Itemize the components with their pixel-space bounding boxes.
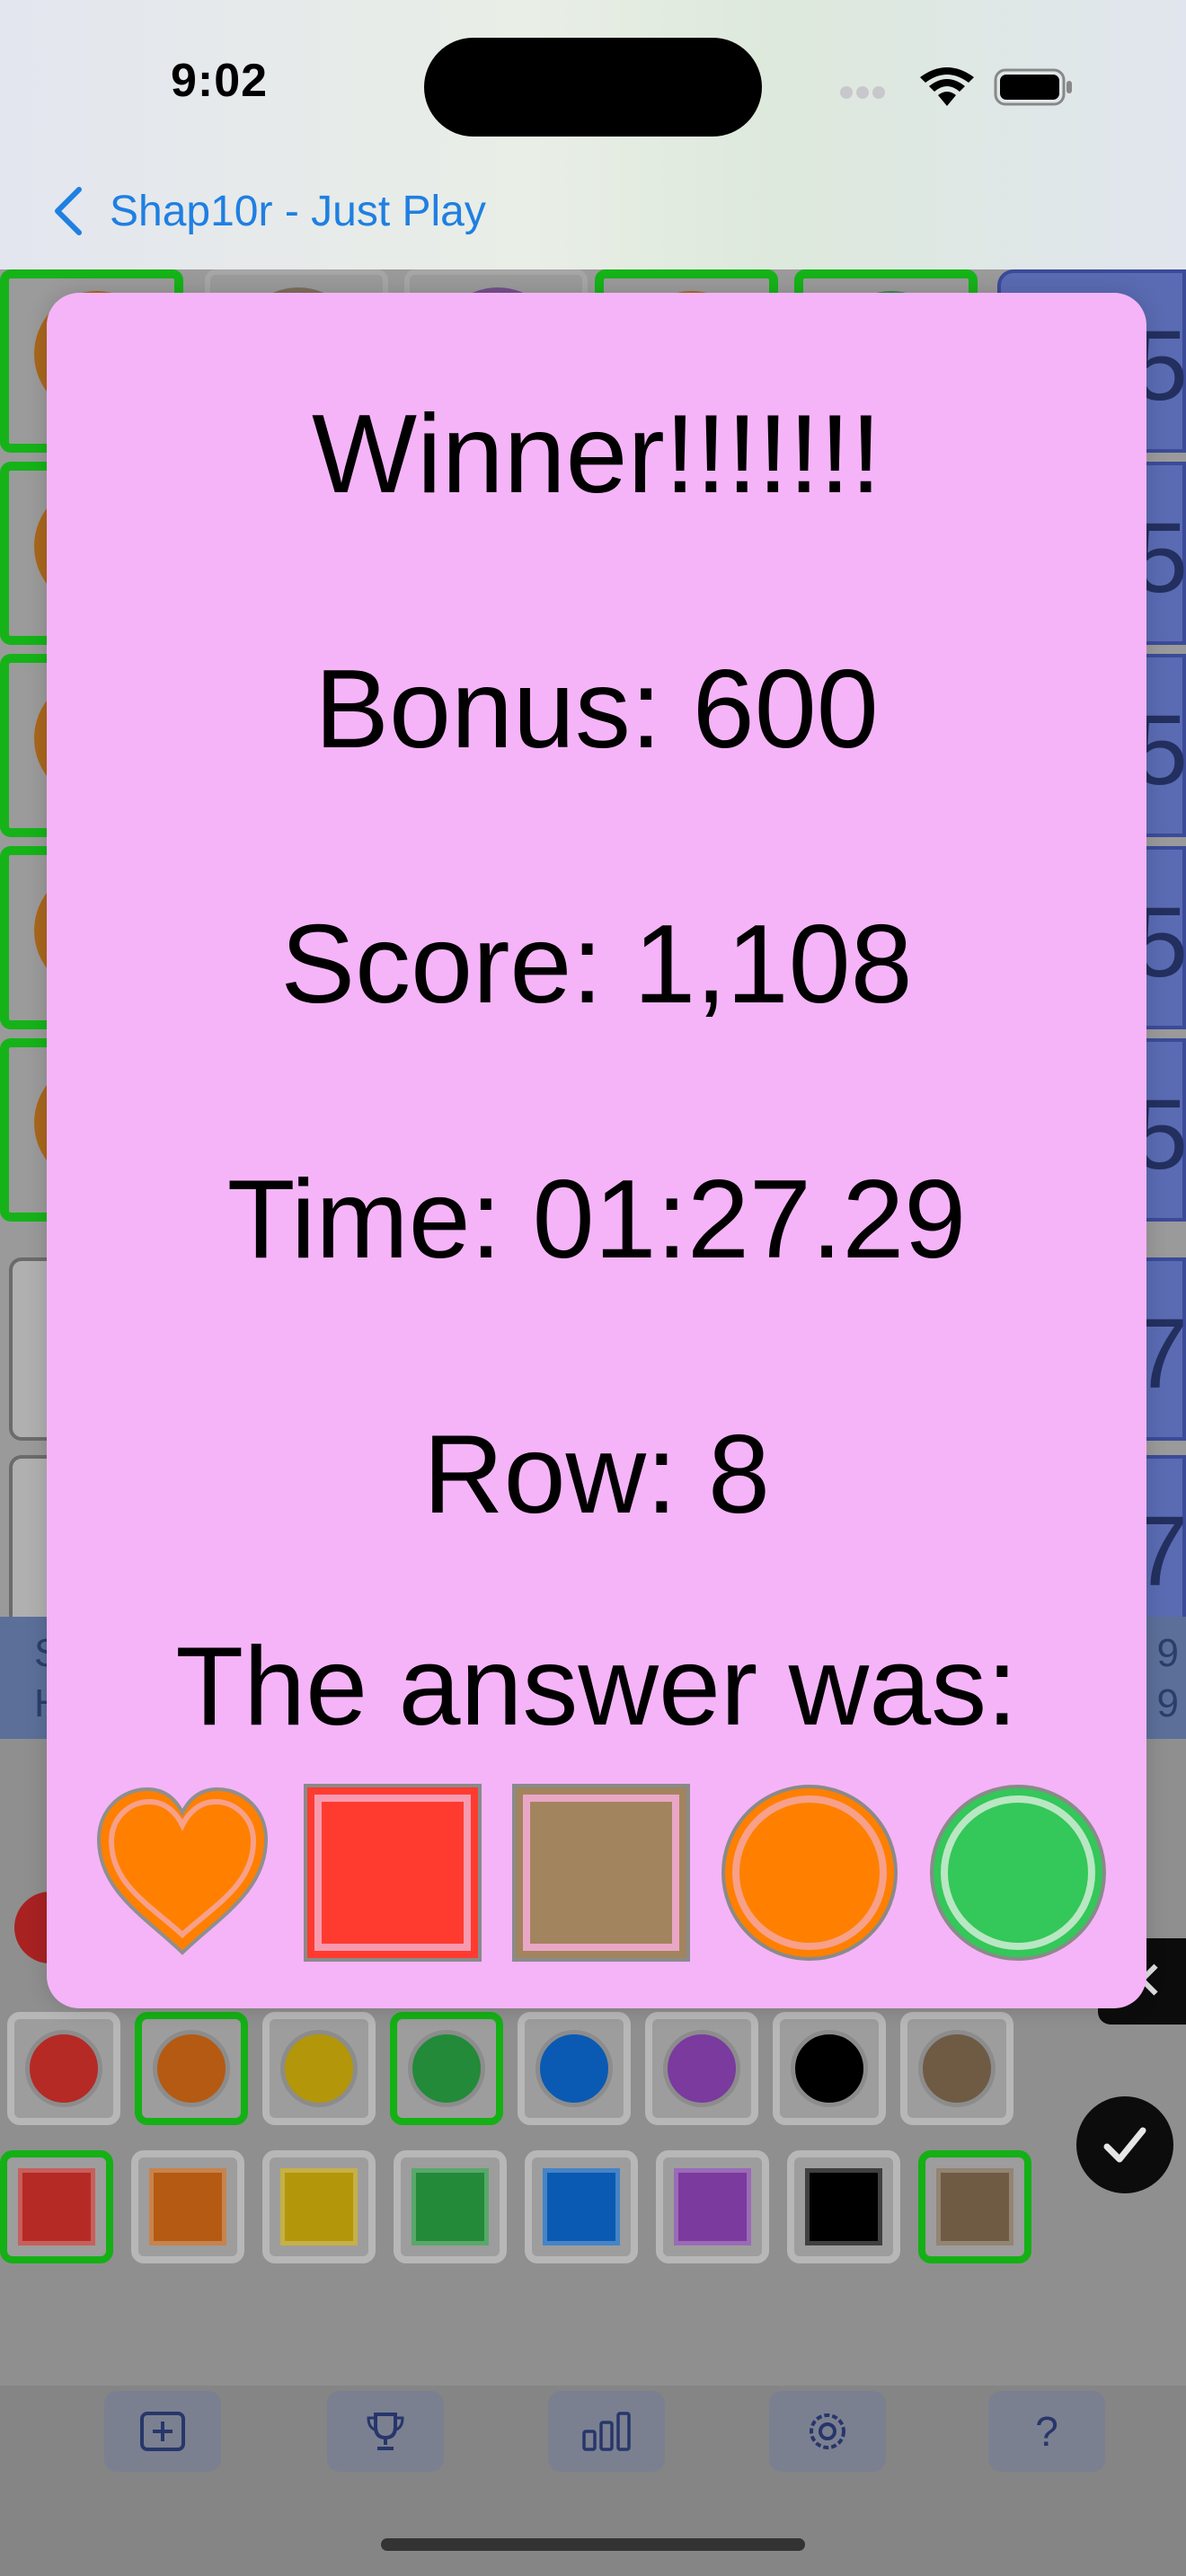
dynamic-island — [424, 38, 762, 137]
submit-button[interactable] — [1076, 2096, 1173, 2193]
square-icon — [149, 2168, 226, 2245]
circle-icon — [663, 2030, 740, 2107]
square-icon — [805, 2168, 882, 2245]
square-icon — [512, 1784, 690, 1962]
status-time: 9:02 — [171, 55, 269, 107]
circle-picker-purple[interactable] — [645, 2012, 758, 2125]
row-text: Row: 8 — [423, 1413, 770, 1537]
square-picker-purple[interactable] — [656, 2150, 769, 2263]
circle-picker-yellow[interactable] — [262, 2012, 376, 2125]
winner-modal: Winner!!!!!!! Bonus: 600 Score: 1,108 Ti… — [47, 293, 1146, 2008]
gear-icon — [810, 2413, 845, 2449]
square-picker-black[interactable] — [787, 2150, 900, 2263]
circle-picker-black[interactable] — [773, 2012, 886, 2125]
circle-icon — [930, 1785, 1106, 1961]
help-button[interactable]: ? — [988, 2391, 1105, 2472]
answer-row — [93, 1784, 1145, 1972]
circle-icon — [280, 2030, 358, 2107]
new-game-button[interactable] — [104, 2391, 221, 2472]
answer-heading: The answer was: — [175, 1625, 1018, 1749]
square-picker-blue[interactable] — [525, 2150, 638, 2263]
square-icon — [412, 2168, 489, 2245]
settings-button[interactable] — [769, 2391, 886, 2472]
square-icon — [674, 2168, 751, 2245]
leaderboard-button[interactable] — [327, 2391, 444, 2472]
circle-picker-blue[interactable] — [518, 2012, 631, 2125]
circle-picker-red[interactable] — [7, 2012, 120, 2125]
wifi-icon — [920, 67, 974, 106]
heart-icon — [96, 1786, 269, 1955]
square-icon — [18, 2168, 95, 2245]
circle-icon — [721, 1785, 898, 1961]
circle-picker-brown[interactable] — [900, 2012, 1013, 2125]
circle-picker-orange[interactable] — [135, 2012, 248, 2125]
question-icon: ? — [1035, 2408, 1058, 2455]
checkmark-icon — [1103, 2127, 1146, 2163]
circle-picker-row — [0, 2012, 1186, 2132]
modal-title: Winner!!!!!!! — [312, 393, 881, 516]
circle-icon — [153, 2030, 230, 2107]
square-picker-brown[interactable] — [918, 2150, 1031, 2263]
score-text: Score: 1,108 — [280, 903, 913, 1027]
signal-dots-icon — [840, 86, 903, 99]
square-icon — [304, 1784, 482, 1962]
time-text: Time: 01:27.29 — [226, 1158, 967, 1282]
stats-value: 9 — [1156, 1681, 1179, 1725]
square-icon — [280, 2168, 358, 2245]
home-indicator — [381, 2538, 805, 2551]
circle-icon — [791, 2030, 868, 2107]
circle-picker-green[interactable] — [390, 2012, 503, 2125]
trophy-icon — [367, 2413, 404, 2450]
plus-square-icon — [140, 2412, 185, 2451]
circle-icon — [25, 2030, 102, 2107]
stats-button[interactable] — [548, 2391, 665, 2472]
circle-icon — [918, 2030, 996, 2107]
back-button-label: Shap10r - Just Play — [110, 187, 486, 235]
square-picker-yellow[interactable] — [262, 2150, 376, 2263]
stats-value: 9 — [1156, 1631, 1179, 1675]
bar-chart-icon — [582, 2412, 631, 2451]
square-picker-green[interactable] — [394, 2150, 507, 2263]
circle-icon — [535, 2030, 613, 2107]
square-icon — [936, 2168, 1013, 2245]
square-picker-row — [0, 2150, 1186, 2271]
chevron-left-icon — [55, 187, 82, 235]
square-icon — [543, 2168, 620, 2245]
square-picker-red[interactable] — [0, 2150, 113, 2263]
battery-icon — [994, 68, 1072, 106]
bonus-text: Bonus: 600 — [314, 648, 879, 772]
back-button[interactable]: Shap10r - Just Play — [50, 180, 486, 243]
circle-icon — [408, 2030, 485, 2107]
square-picker-orange[interactable] — [131, 2150, 244, 2263]
